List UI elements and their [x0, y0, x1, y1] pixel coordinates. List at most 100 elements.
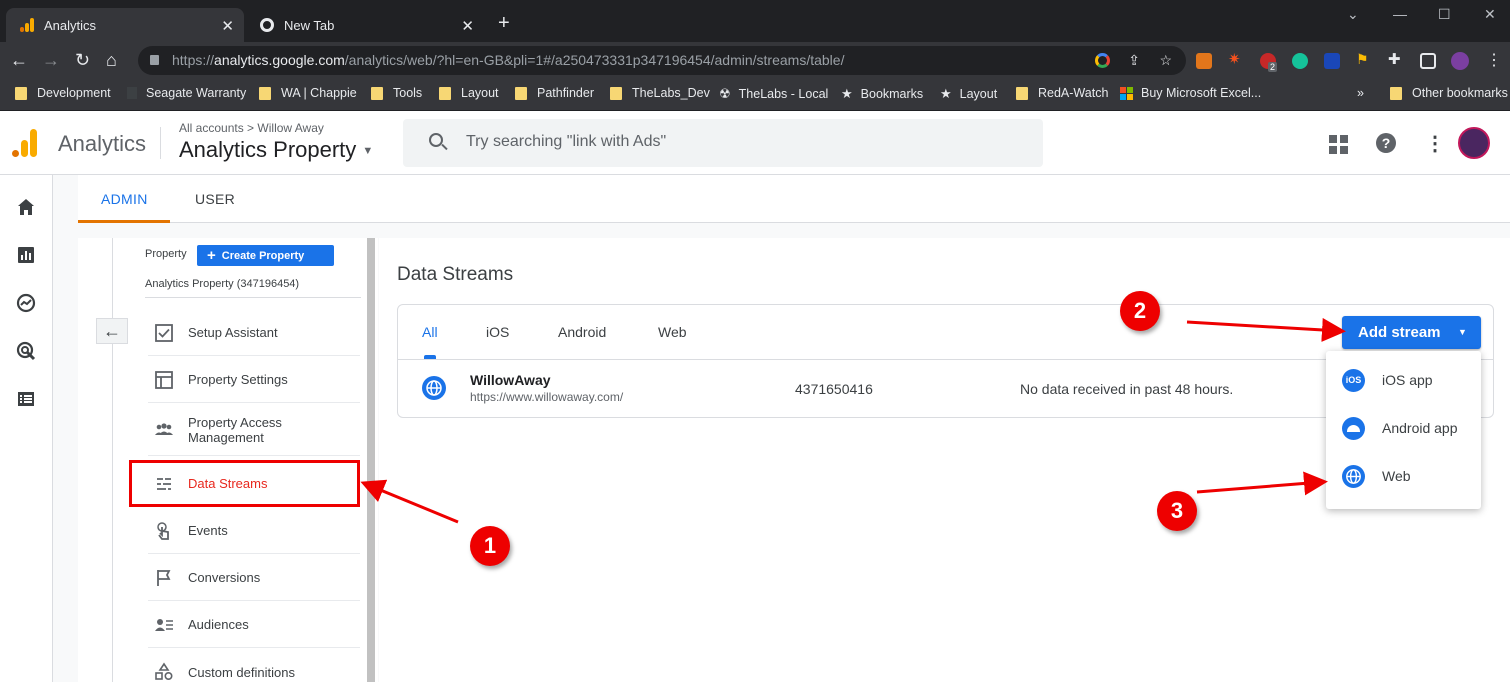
stream-tab-all[interactable]: All [422, 324, 438, 340]
table-row[interactable]: WillowAway https://www.willowaway.com/ 4… [398, 360, 1324, 417]
property-detail: Analytics Property (347196454) [145, 278, 300, 290]
browser-tab-analytics[interactable]: Analytics ✕ [6, 8, 244, 42]
close-window-icon[interactable]: ✕ [1484, 6, 1496, 23]
new-tab-plus-icon[interactable]: + [498, 12, 510, 35]
browser-tab-new-tab[interactable]: New Tab ✕ [246, 8, 484, 42]
bookmark-item[interactable]: Development [15, 86, 111, 100]
stream-tab-web[interactable]: Web [658, 324, 687, 340]
stream-status: No data received in past 48 hours. [1020, 381, 1234, 397]
grammarly-icon[interactable] [1292, 53, 1308, 69]
close-tab-icon[interactable]: ✕ [221, 17, 234, 35]
url-prefix: https:// [172, 52, 215, 68]
tab-admin[interactable]: ADMIN [101, 191, 148, 207]
bookmark-item[interactable]: WA | Chappie [259, 86, 357, 100]
bookmark-item[interactable]: Pathfinder [515, 86, 594, 100]
nav-conversions[interactable]: Conversions [148, 555, 360, 601]
folder-icon [610, 86, 622, 100]
nav-custom-definitions[interactable]: Custom definitions [148, 649, 360, 695]
nav-audiences[interactable]: Audiences [148, 602, 360, 648]
back-arrow-icon[interactable]: ← [10, 50, 28, 70]
google-icon[interactable] [1095, 53, 1110, 68]
microsoft-icon [1120, 86, 1133, 100]
nav-setup-assistant[interactable]: Setup Assistant [148, 310, 360, 356]
minimize-icon[interactable]: — [1393, 6, 1407, 22]
nav-events[interactable]: Events [148, 508, 360, 554]
help-icon[interactable]: ? [1376, 133, 1396, 153]
home-icon[interactable] [16, 197, 36, 217]
apps-grid-icon[interactable] [1329, 135, 1348, 154]
tab-user[interactable]: USER [195, 191, 235, 207]
menu-item-web[interactable]: Web [1326, 452, 1481, 500]
create-property-button[interactable]: + Create Property [197, 245, 334, 266]
bookmark-item[interactable]: ★ Bookmarks [841, 86, 923, 102]
folder-icon [259, 86, 271, 100]
home-icon[interactable]: ⌂ [106, 50, 117, 70]
globe-icon [422, 376, 446, 400]
bookmark-star-icon[interactable]: ☆ [1159, 46, 1172, 75]
spark-icon[interactable]: ✷ [1228, 50, 1244, 68]
extension-badge: 2 [1268, 62, 1278, 72]
nav-property-settings[interactable]: Property Settings [148, 357, 360, 403]
bookmark-label: Tools [393, 86, 423, 100]
side-panel-icon[interactable] [1420, 53, 1436, 69]
chrome-icon [260, 18, 274, 32]
bookmark-item[interactable]: ★ Layout [940, 86, 997, 102]
puzzle-icon[interactable]: ✚ [1388, 50, 1404, 68]
bookmark-item[interactable]: Buy Microsoft Excel... [1120, 86, 1261, 100]
more-vert-icon[interactable]: ⋮ [1425, 131, 1445, 156]
stream-url: https://www.willowaway.com/ [470, 390, 624, 404]
menu-item-ios-app[interactable]: iOS iOS app [1326, 356, 1481, 404]
stream-id: 4371650416 [795, 381, 873, 397]
page-title: Data Streams [397, 264, 514, 285]
add-stream-button[interactable]: Add stream ▼ [1342, 316, 1481, 349]
bookmark-item[interactable]: Seagate Warranty [127, 86, 246, 100]
breadcrumb[interactable]: All accounts > Willow Away [179, 121, 324, 135]
property-column-left-border [112, 238, 113, 682]
bookmarks-overflow-button[interactable]: » [1357, 86, 1364, 100]
star-icon: ★ [841, 86, 853, 101]
configure-list-icon[interactable] [16, 389, 36, 409]
forward-arrow-icon[interactable]: → [42, 50, 60, 70]
property-picker[interactable]: Analytics Property ▼ [179, 137, 373, 163]
chevron-down-icon[interactable]: ⌄ [1347, 6, 1359, 23]
bookmark-item[interactable]: Tools [371, 86, 422, 100]
advertising-icon[interactable] [16, 341, 36, 361]
back-button[interactable]: ← [96, 318, 128, 344]
bookmark-item[interactable]: Layout [439, 86, 499, 100]
stream-tab-android[interactable]: Android [558, 324, 606, 340]
reload-icon[interactable]: ↻ [75, 50, 90, 70]
menu-item-label: Android app [1382, 420, 1458, 436]
adblock-icon[interactable]: 2 [1260, 53, 1278, 72]
person-extension-icon[interactable]: ⚑ [1356, 51, 1372, 67]
folder-icon [1016, 86, 1028, 100]
metamask-icon[interactable] [1196, 53, 1212, 69]
product-name[interactable]: Analytics [58, 131, 146, 157]
property-column-scrollbar[interactable] [367, 238, 375, 682]
close-tab-icon[interactable]: ✕ [461, 17, 474, 35]
other-bookmarks[interactable]: Other bookmarks [1390, 86, 1508, 100]
breadcrumb-account: Willow Away [257, 121, 324, 135]
address-bar[interactable]: https://analytics.google.com/analytics/w… [138, 46, 1186, 75]
nav-property-access-management[interactable]: Property Access Management [148, 404, 360, 456]
bookmark-item[interactable]: ☢ TheLabs - Local [719, 86, 828, 102]
maximize-icon[interactable]: ☐ [1438, 6, 1451, 23]
folder-icon [15, 86, 27, 100]
bookmark-item[interactable]: TheLabs_Dev [610, 86, 710, 100]
search-input[interactable]: Try searching "link with Ads" [403, 119, 1043, 167]
account-avatar[interactable] [1458, 127, 1490, 159]
left-nav-rail [0, 175, 53, 682]
share-icon[interactable]: ⇪ [1128, 46, 1140, 75]
nav-label: Custom definitions [188, 664, 295, 680]
bookmark-label: Layout [461, 86, 499, 100]
reports-icon[interactable] [16, 245, 36, 265]
menu-item-android-app[interactable]: Android app [1326, 404, 1481, 452]
shield-u-icon[interactable] [1324, 53, 1340, 69]
tab-title: New Tab [284, 17, 335, 33]
bookmark-item[interactable]: RedA-Watch [1016, 86, 1108, 100]
stream-tab-ios[interactable]: iOS [486, 324, 509, 340]
profile-avatar[interactable] [1451, 52, 1469, 70]
tab-admin-indicator [78, 220, 170, 223]
more-vert-icon[interactable]: ⋮ [1486, 50, 1502, 70]
analytics-logo-icon[interactable] [12, 129, 38, 157]
explore-icon[interactable] [16, 293, 36, 313]
